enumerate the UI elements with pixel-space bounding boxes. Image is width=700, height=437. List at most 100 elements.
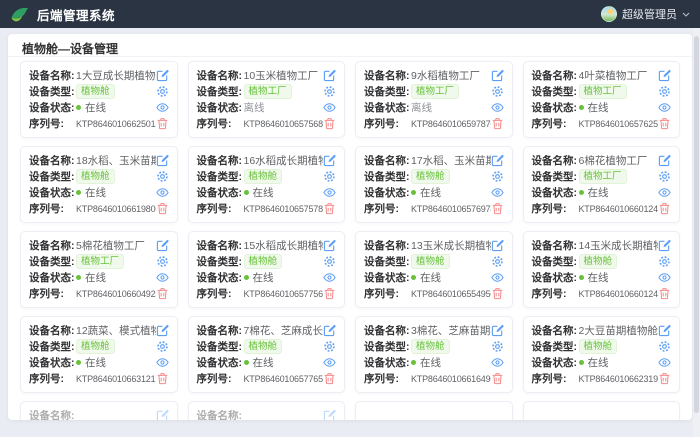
- eye-icon[interactable]: [323, 186, 336, 199]
- edit-icon[interactable]: [491, 154, 504, 167]
- edit-icon[interactable]: [658, 154, 671, 167]
- device-card: 设备名称: 18水稻、玉米苗期植… 设备类型: 植物舱 设备状态: 在: [20, 146, 178, 223]
- trash-icon[interactable]: [658, 202, 671, 215]
- gear-icon[interactable]: [491, 85, 504, 98]
- eye-icon[interactable]: [323, 271, 336, 284]
- device-status-label: 设备状态:: [532, 100, 579, 115]
- edit-icon[interactable]: [658, 324, 671, 337]
- edit-icon[interactable]: [491, 239, 504, 252]
- device-type-row: 设备类型: 植物舱: [197, 254, 337, 269]
- edit-icon[interactable]: [156, 69, 169, 82]
- device-name-value: 1大豆成长期植物舱: [76, 68, 156, 83]
- gear-icon[interactable]: [323, 170, 336, 183]
- trash-icon[interactable]: [491, 372, 504, 385]
- trash-icon[interactable]: [491, 117, 504, 130]
- gear-icon[interactable]: [323, 85, 336, 98]
- trash-icon[interactable]: [491, 287, 504, 300]
- device-type-row: 设备类型: 植物舱: [364, 339, 504, 354]
- edit-icon[interactable]: [323, 409, 336, 420]
- online-dot: [244, 190, 249, 195]
- edit-icon[interactable]: [658, 69, 671, 82]
- gear-icon[interactable]: [491, 340, 504, 353]
- trash-icon[interactable]: [491, 202, 504, 215]
- device-type-label: 设备类型:: [364, 169, 411, 184]
- device-name-row: 设备名称: 2大豆苗期植物舱: [532, 323, 672, 338]
- edit-icon[interactable]: [156, 409, 169, 420]
- scrollbar-thumb[interactable]: [694, 36, 699, 413]
- gear-icon[interactable]: [658, 255, 671, 268]
- eye-icon[interactable]: [658, 101, 671, 114]
- device-serial-row: 序列号: KTP864601065762528: [532, 116, 672, 131]
- trash-icon[interactable]: [156, 117, 169, 130]
- edit-icon[interactable]: [323, 324, 336, 337]
- serial-value: KTP864601066012402: [579, 204, 659, 214]
- gear-icon[interactable]: [658, 340, 671, 353]
- device-card: 设备名称: 6棉花植物工厂 设备类型: 植物工厂 设备状态: 在线: [523, 146, 681, 223]
- serial-label: 序列号:: [532, 201, 579, 216]
- trash-icon[interactable]: [658, 117, 671, 130]
- online-dot: [411, 275, 416, 280]
- serial-label: 序列号:: [197, 286, 244, 301]
- trash-icon[interactable]: [323, 202, 336, 215]
- serial-value: KTP864601065978769: [411, 119, 491, 129]
- eye-icon[interactable]: [156, 356, 169, 369]
- device-serial-row: 序列号: KTP864601066198060: [29, 201, 169, 216]
- eye-icon[interactable]: [323, 101, 336, 114]
- device-status-value: 在线: [85, 355, 106, 370]
- device-type-label: 设备类型:: [29, 254, 76, 269]
- edit-icon[interactable]: [323, 154, 336, 167]
- device-status-label: 设备状态:: [532, 270, 579, 285]
- edit-icon[interactable]: [156, 239, 169, 252]
- trash-icon[interactable]: [658, 287, 671, 300]
- edit-icon[interactable]: [658, 239, 671, 252]
- edit-icon[interactable]: [156, 324, 169, 337]
- gear-icon[interactable]: [491, 170, 504, 183]
- eye-icon[interactable]: [156, 101, 169, 114]
- device-name-label: 设备名称:: [364, 153, 411, 168]
- trash-icon[interactable]: [323, 287, 336, 300]
- gear-icon[interactable]: [156, 170, 169, 183]
- trash-icon[interactable]: [156, 372, 169, 385]
- eye-icon[interactable]: [491, 356, 504, 369]
- device-card: 设备名称: 12蔬菜、模式植物植… 设备类型: 植物舱 设备状态: 在: [20, 316, 178, 393]
- trash-icon[interactable]: [323, 372, 336, 385]
- device-type-row: 设备类型: 植物舱: [29, 339, 169, 354]
- device-status-value: 在线: [85, 185, 106, 200]
- trash-icon[interactable]: [658, 372, 671, 385]
- eye-icon[interactable]: [491, 101, 504, 114]
- gear-icon[interactable]: [156, 255, 169, 268]
- gear-icon[interactable]: [156, 85, 169, 98]
- eye-icon[interactable]: [658, 186, 671, 199]
- eye-icon[interactable]: [156, 271, 169, 284]
- eye-icon[interactable]: [491, 186, 504, 199]
- trash-icon[interactable]: [156, 202, 169, 215]
- gear-icon[interactable]: [156, 340, 169, 353]
- edit-icon[interactable]: [156, 154, 169, 167]
- gear-icon[interactable]: [323, 255, 336, 268]
- serial-label: 序列号:: [197, 116, 244, 131]
- device-type-label: 设备类型:: [532, 169, 579, 184]
- username: 超级管理员: [622, 6, 677, 22]
- gear-icon[interactable]: [658, 170, 671, 183]
- gear-icon[interactable]: [658, 85, 671, 98]
- device-name-label: 设备名称:: [364, 323, 411, 338]
- device-serial-row: 序列号: KTP864601066049230: [29, 286, 169, 301]
- eye-icon[interactable]: [491, 271, 504, 284]
- device-serial-row: 序列号: KTP864601065769747: [364, 201, 504, 216]
- serial-value: KTP864601066164963: [411, 374, 491, 384]
- gear-icon[interactable]: [491, 255, 504, 268]
- gear-icon[interactable]: [323, 340, 336, 353]
- trash-icon[interactable]: [156, 287, 169, 300]
- edit-icon[interactable]: [491, 324, 504, 337]
- eye-icon[interactable]: [156, 186, 169, 199]
- eye-icon[interactable]: [323, 356, 336, 369]
- eye-icon[interactable]: [658, 271, 671, 284]
- edit-icon[interactable]: [323, 69, 336, 82]
- user-menu[interactable]: 超级管理员: [601, 6, 690, 22]
- device-type-row: 设备类型: 植物工厂: [29, 254, 169, 269]
- eye-icon[interactable]: [658, 356, 671, 369]
- serial-label: 序列号:: [29, 286, 76, 301]
- trash-icon[interactable]: [323, 117, 336, 130]
- edit-icon[interactable]: [323, 239, 336, 252]
- edit-icon[interactable]: [491, 69, 504, 82]
